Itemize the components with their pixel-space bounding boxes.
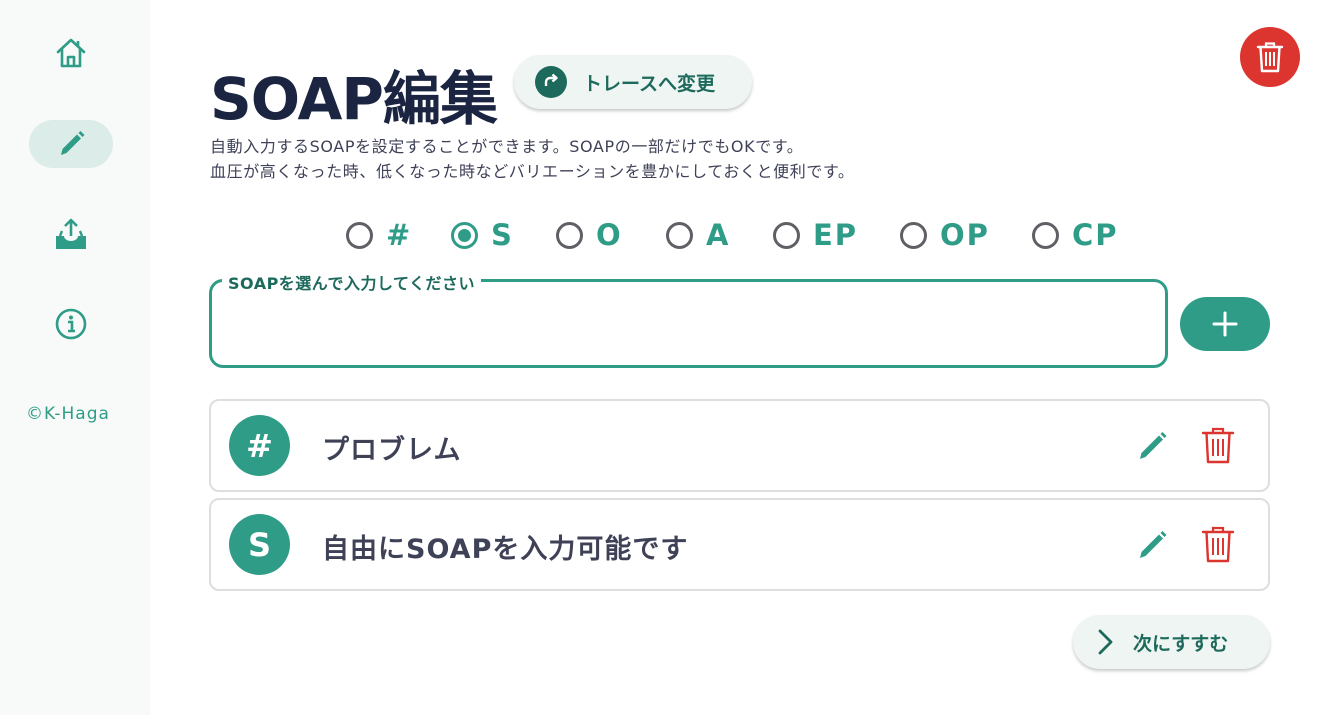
delete-entry-button[interactable] xyxy=(1199,425,1237,465)
next-button-label: 次にすすむ xyxy=(1133,632,1229,655)
radio-circle xyxy=(773,221,800,249)
description-line-1: 自動入力するSOAPを設定することができます。SOAPの一部だけでもOKです。 xyxy=(210,137,804,156)
radio-circle xyxy=(556,221,583,249)
entry-text: プロブレム xyxy=(322,435,462,466)
switch-to-trace-button[interactable]: トレースへ変更 xyxy=(514,55,752,109)
pencil-icon xyxy=(61,131,85,155)
radio-o[interactable]: O xyxy=(556,218,623,252)
radio-hash[interactable]: # xyxy=(346,218,412,252)
page-title: SOAP編集 xyxy=(210,65,498,133)
plus-icon xyxy=(1212,311,1238,337)
copyright-text: ©K-Haga xyxy=(26,404,110,424)
radio-cp[interactable]: CP xyxy=(1032,218,1119,252)
radio-label: CP xyxy=(1072,218,1119,252)
home-icon xyxy=(56,38,86,68)
list-item: S 自由にSOAPを入力可能です xyxy=(209,498,1270,591)
description: 自動入力するSOAPを設定することができます。SOAPの一部だけでもOKです。 … xyxy=(210,134,855,184)
next-button[interactable]: 次にすすむ xyxy=(1073,615,1270,669)
radio-circle xyxy=(666,221,693,249)
description-line-2: 血圧が高くなった時、低くなった時などバリエーションを豊かにしておくと便利です。 xyxy=(210,162,855,181)
radio-label: # xyxy=(386,218,413,252)
radio-label: OP xyxy=(940,218,990,252)
trash-icon xyxy=(1256,42,1284,73)
info-icon xyxy=(55,308,87,340)
radio-s[interactable]: S xyxy=(451,218,514,252)
radio-ep[interactable]: EP xyxy=(773,218,858,252)
entry-type-badge: S xyxy=(229,514,290,575)
radio-circle xyxy=(346,221,373,249)
radio-label: A xyxy=(706,218,731,252)
add-entry-button[interactable] xyxy=(1180,297,1270,351)
switch-to-trace-label: トレースへ変更 xyxy=(583,72,716,95)
pencil-icon xyxy=(1140,432,1167,459)
radio-circle xyxy=(1032,221,1059,249)
nav-home[interactable] xyxy=(29,29,113,77)
radio-circle xyxy=(900,221,927,249)
edit-entry-button[interactable] xyxy=(1135,527,1171,563)
entry-text: 自由にSOAPを入力可能です xyxy=(322,534,689,565)
trash-icon xyxy=(1201,526,1235,563)
nav-edit[interactable] xyxy=(29,120,113,168)
redo-circle-icon xyxy=(535,66,567,98)
radio-label: O xyxy=(596,218,623,252)
soap-input[interactable] xyxy=(212,282,1165,365)
nav-info[interactable] xyxy=(29,300,113,348)
radio-a[interactable]: A xyxy=(666,218,730,252)
edit-entry-button[interactable] xyxy=(1135,428,1171,464)
radio-label: S xyxy=(491,218,514,252)
pencil-icon xyxy=(1140,531,1167,558)
delete-entry-button[interactable] xyxy=(1199,524,1237,564)
trash-icon xyxy=(1201,427,1235,464)
entry-type-badge: # xyxy=(229,415,290,476)
list-item: # プロブレム xyxy=(209,399,1270,492)
soap-type-radio-group: # S O A EP OP CP xyxy=(0,214,1324,258)
radio-op[interactable]: OP xyxy=(900,218,990,252)
sidebar: ©K-Haga xyxy=(0,0,150,715)
delete-all-button[interactable] xyxy=(1240,27,1300,87)
chevron-right-icon xyxy=(1098,629,1113,655)
radio-circle xyxy=(451,221,478,249)
soap-input-label: SOAPを選んで入力してください xyxy=(222,270,482,294)
radio-label: EP xyxy=(813,218,859,252)
